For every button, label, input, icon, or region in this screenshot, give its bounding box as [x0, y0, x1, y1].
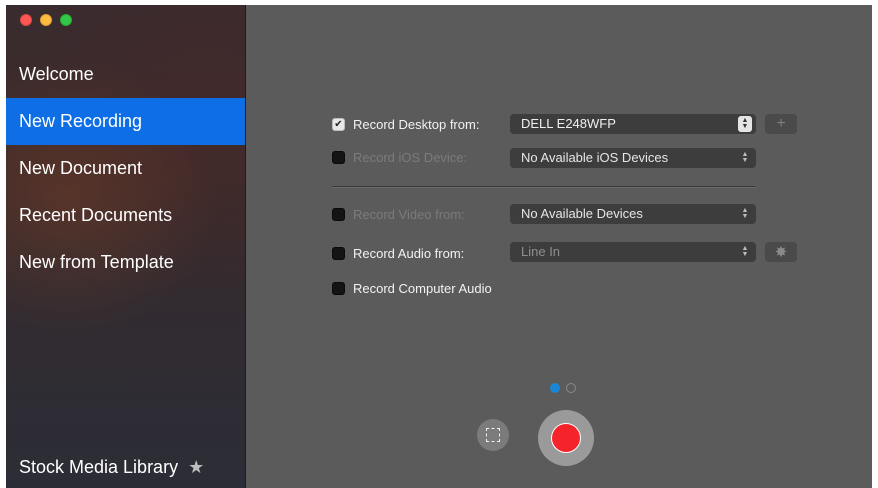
- sidebar-item-new-recording[interactable]: New Recording: [6, 98, 245, 145]
- star-icon[interactable]: ★: [188, 457, 204, 478]
- select-stepper-icon: ▲ ▼: [741, 207, 749, 220]
- close-window-button[interactable]: [20, 14, 32, 26]
- page-dot-2[interactable]: [566, 383, 576, 393]
- sidebar-item-welcome[interactable]: Welcome: [6, 51, 245, 98]
- add-display-button[interactable]: +: [765, 114, 797, 134]
- record-audio-option[interactable]: Record Audio from:: [332, 246, 464, 261]
- desktop-source-select[interactable]: DELL E248WFP ▲ ▼: [510, 114, 756, 134]
- record-desktop-label: Record Desktop from:: [353, 117, 480, 132]
- select-stepper-icon: ▲ ▼: [738, 116, 752, 132]
- record-video-label: Record Video from:: [353, 207, 465, 222]
- record-desktop-option[interactable]: ✔ Record Desktop from:: [332, 117, 479, 132]
- ios-device-value: No Available iOS Devices: [521, 150, 669, 165]
- selection-region-icon: [486, 428, 500, 442]
- record-computer-audio-label: Record Computer Audio: [353, 281, 492, 296]
- record-computer-audio-checkbox[interactable]: [332, 282, 345, 295]
- zoom-window-button[interactable]: [60, 14, 72, 26]
- record-button[interactable]: [538, 410, 594, 466]
- video-source-value: No Available Devices: [521, 206, 643, 221]
- sidebar-nav: Welcome New Recording New Document Recen…: [6, 51, 245, 286]
- recording-panel: ✔ Record Desktop from: DELL E248WFP ▲ ▼ +…: [246, 5, 872, 488]
- record-icon: [551, 423, 581, 453]
- ios-device-select[interactable]: No Available iOS Devices ▲ ▼: [510, 148, 756, 168]
- sidebar-item-stock-media-library[interactable]: Stock Media Library ★: [19, 457, 204, 478]
- record-ios-option[interactable]: Record iOS Device:: [332, 150, 467, 165]
- stock-media-label: Stock Media Library: [19, 457, 179, 477]
- page-indicator: [550, 383, 576, 393]
- minimize-window-button[interactable]: [40, 14, 52, 26]
- select-stepper-icon: ▲ ▼: [741, 151, 749, 164]
- divider: [332, 186, 755, 188]
- audio-source-value: Line In: [521, 244, 561, 259]
- select-stepper-icon: ▲ ▼: [741, 245, 749, 258]
- desktop-source-value: DELL E248WFP: [521, 116, 616, 131]
- sidebar-item-new-document[interactable]: New Document: [6, 145, 245, 192]
- select-region-button[interactable]: [477, 419, 509, 451]
- record-audio-label: Record Audio from:: [353, 246, 465, 261]
- video-source-select[interactable]: No Available Devices ▲ ▼: [510, 204, 756, 224]
- record-desktop-checkbox[interactable]: ✔: [332, 118, 345, 131]
- page-dot-1[interactable]: [550, 383, 560, 393]
- record-ios-checkbox[interactable]: [332, 151, 345, 164]
- sidebar-item-recent-documents[interactable]: Recent Documents: [6, 192, 245, 239]
- record-computer-audio-option[interactable]: Record Computer Audio: [332, 281, 492, 296]
- record-audio-checkbox[interactable]: [332, 247, 345, 260]
- sidebar: Welcome New Recording New Document Recen…: [6, 5, 246, 488]
- window-controls: [20, 14, 72, 26]
- plus-icon: +: [776, 115, 786, 132]
- record-ios-label: Record iOS Device:: [353, 150, 468, 165]
- app-window: Welcome New Recording New Document Recen…: [6, 5, 872, 488]
- record-video-option[interactable]: Record Video from:: [332, 207, 465, 222]
- audio-settings-button[interactable]: ✸: [765, 242, 797, 262]
- gear-icon: ✸: [774, 244, 788, 261]
- sidebar-item-new-from-template[interactable]: New from Template: [6, 239, 245, 286]
- record-video-checkbox[interactable]: [332, 208, 345, 221]
- audio-source-select[interactable]: Line In ▲ ▼: [510, 242, 756, 262]
